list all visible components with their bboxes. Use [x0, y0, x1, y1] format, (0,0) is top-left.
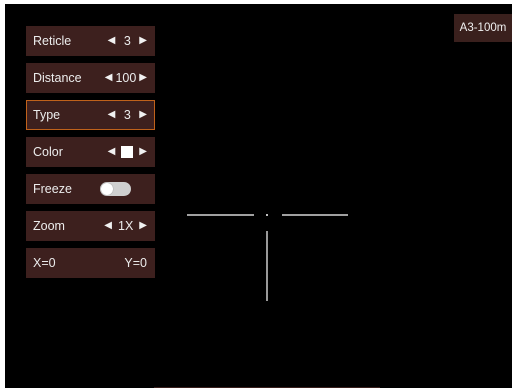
scope-screen: Reticle ◀ 3 ▶ Distance ◀ 100 ▶ Type ◀ 3 …	[5, 4, 512, 388]
reticle-crosshair	[187, 214, 348, 301]
reticle-center-dot	[266, 214, 268, 216]
bottom-bar	[154, 387, 380, 388]
